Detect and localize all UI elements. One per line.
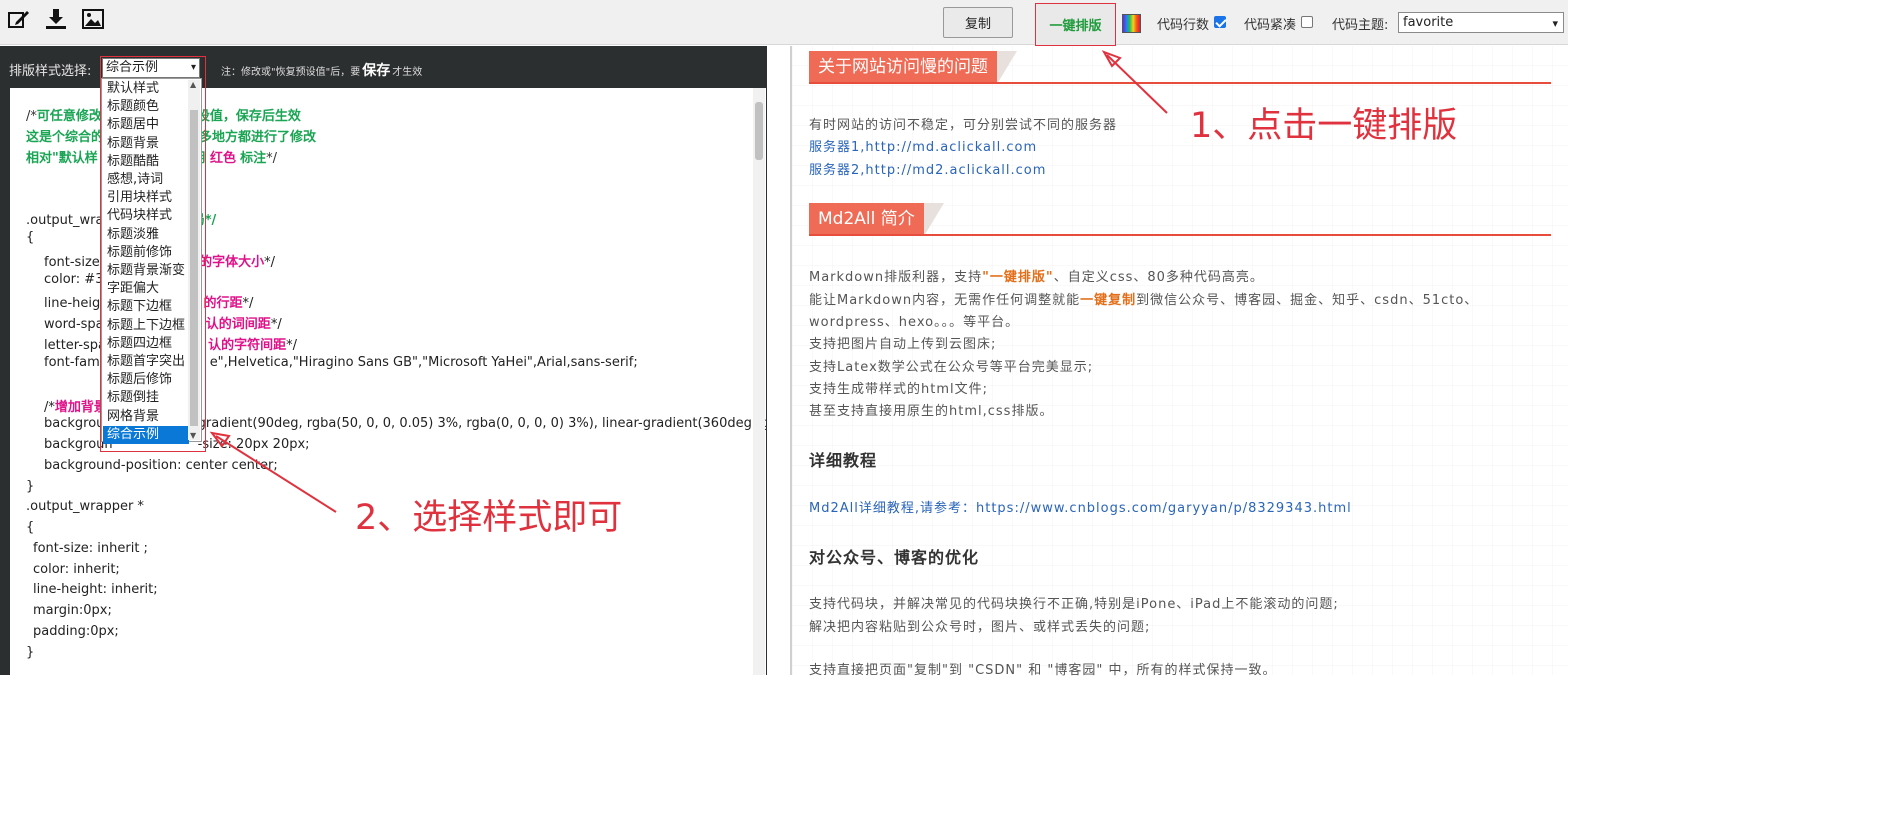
annotation-step1: 1、点击一键排版: [1190, 106, 1458, 146]
annotation-step2: 2、选择样式即可: [355, 498, 623, 538]
